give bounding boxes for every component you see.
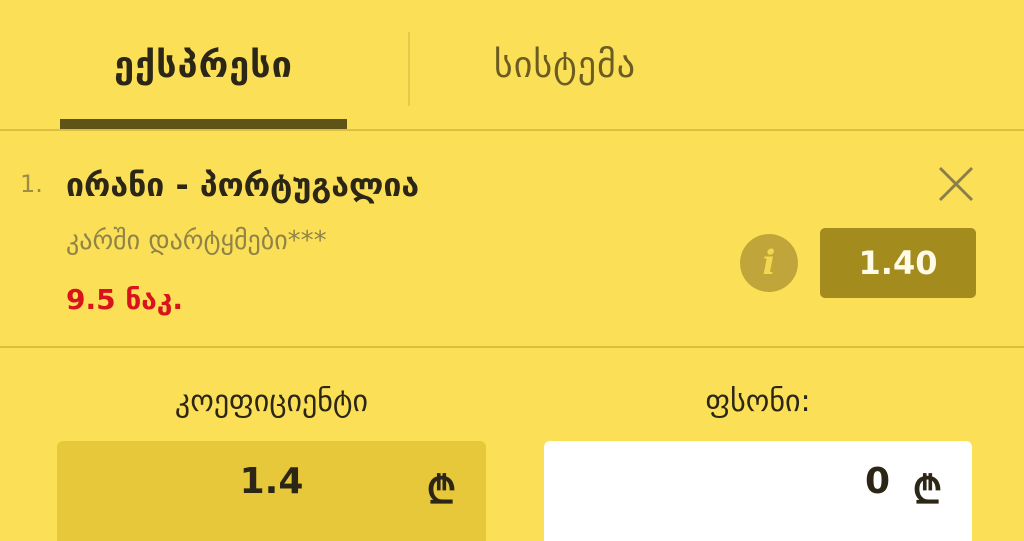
remove-bet-button[interactable] (937, 165, 975, 203)
stake-label: ფსონი: (705, 384, 811, 419)
coefficient-field: 1.4 ₾ (57, 441, 486, 541)
coefficient-value: 1.4 (239, 461, 304, 502)
stake-input[interactable]: 0 ₾ (544, 441, 972, 541)
bet-match-title: ირანი - პორტუგალია (66, 166, 420, 204)
bet-stake-amount: 9.5 ნაკ. (66, 283, 183, 316)
lari-icon: ₾ (912, 468, 942, 512)
close-icon (938, 166, 974, 202)
info-icon[interactable]: i (740, 234, 798, 292)
tab-express[interactable]: ექსპრესი (60, 0, 347, 130)
bet-market: კარში დარტყმები*** (66, 226, 327, 256)
coefficient-label: კოეფიციენტი (174, 384, 369, 419)
odds-badge[interactable]: 1.40 (820, 228, 976, 298)
divider (0, 346, 1024, 348)
tab-system[interactable]: სისტემა (410, 0, 720, 130)
stake-value: 0 (864, 461, 890, 502)
divider (0, 129, 1024, 131)
bet-type-tabs: ექსპრესი სისტემა (0, 0, 1024, 130)
bet-index: 1. (20, 170, 43, 198)
lari-icon: ₾ (426, 468, 456, 512)
